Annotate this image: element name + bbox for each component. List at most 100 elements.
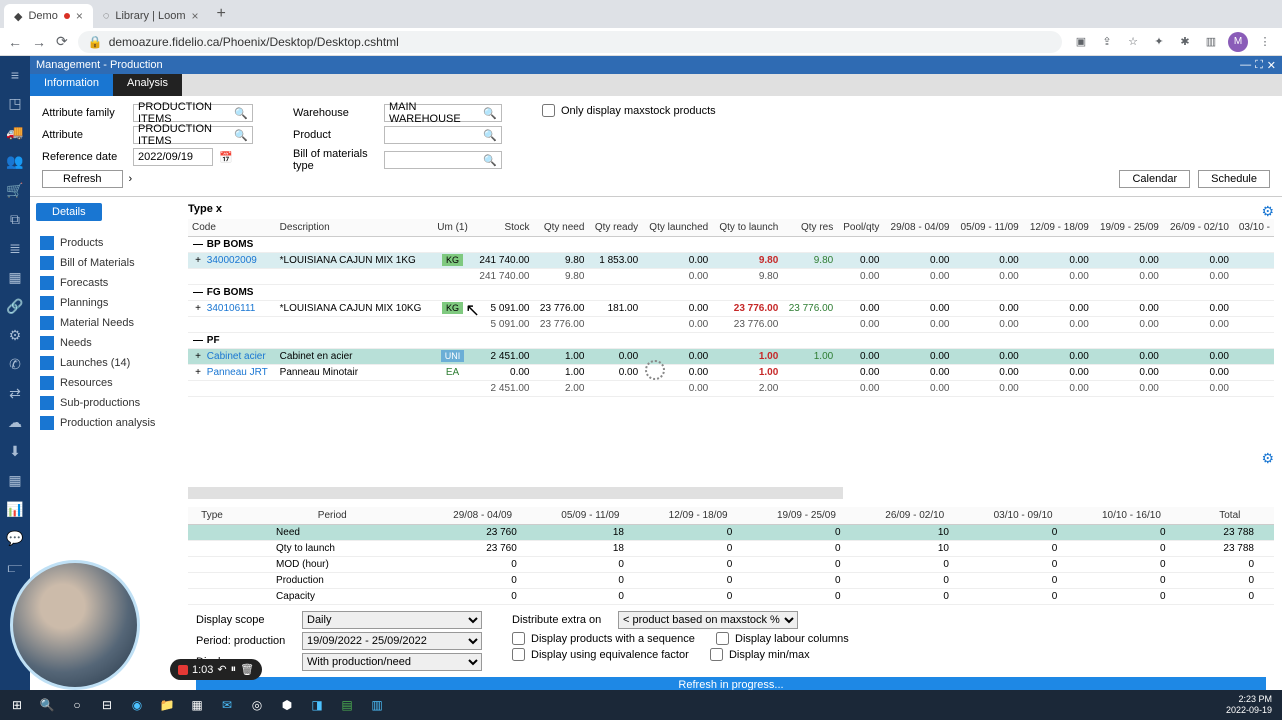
labour-checkbox[interactable] — [716, 632, 729, 645]
trash-icon[interactable]: 🗑 — [240, 663, 254, 676]
gear-icon[interactable]: ⚙ — [1261, 450, 1274, 467]
calendar-icon[interactable]: 📅 — [219, 151, 233, 164]
gear-icon[interactable]: ⚙ — [1261, 203, 1274, 220]
collapse-icon[interactable]: — — [192, 287, 204, 298]
col-header[interactable]: Period — [236, 507, 428, 525]
refresh-button[interactable]: Refresh — [42, 170, 123, 188]
product-select[interactable]: 🔍 — [384, 126, 502, 144]
col-header[interactable]: 29/08 - 04/09 — [428, 507, 536, 525]
search-icon[interactable]: 🔍 — [34, 692, 60, 718]
chrome-icon[interactable]: ◎ — [244, 692, 270, 718]
maxstock-checkbox[interactable] — [542, 104, 555, 117]
calendar-button[interactable]: Calendar — [1119, 170, 1190, 188]
cortana-icon[interactable]: ○ — [64, 692, 90, 718]
system-clock[interactable]: 2:23 PM2022-09-19 — [1226, 694, 1278, 716]
code-link[interactable]: Cabinet acier — [207, 351, 266, 362]
users-icon[interactable]: 👥 — [0, 147, 30, 176]
dist-select[interactable]: < product based on maxstock % > — [618, 611, 798, 629]
taskview-icon[interactable]: ⊟ — [94, 692, 120, 718]
cloud-icon[interactable]: ☁ — [0, 408, 30, 437]
data-row[interactable]: + 340106111*LOUISIANA CAJUN MIX 10KGKG5 … — [188, 301, 1274, 317]
close-icon[interactable]: ✕ — [1267, 59, 1276, 72]
col-header[interactable]: 05/09 - 11/09 — [537, 507, 644, 525]
url-field[interactable]: 🔒 demoazure.fidelio.ca/Phoenix/Desktop/D… — [78, 31, 1062, 53]
code-link[interactable]: Panneau JRT — [207, 367, 268, 378]
attr-family-select[interactable]: PRODUCTION ITEMS🔍 — [133, 104, 253, 122]
loom-webcam[interactable] — [10, 560, 140, 690]
app-icon[interactable]: ⬢ — [274, 692, 300, 718]
reload-icon[interactable]: ⟳ — [56, 33, 68, 50]
nav-item[interactable]: Sub-productions — [36, 393, 174, 413]
col-header[interactable]: Qty launched — [642, 219, 712, 237]
star-icon[interactable]: ☆ — [1124, 33, 1142, 51]
tab-analysis[interactable]: Analysis — [113, 74, 182, 96]
nav-item[interactable]: Material Needs — [36, 313, 174, 333]
chevron-right-icon[interactable]: › — [129, 173, 133, 185]
refdate-input[interactable] — [133, 148, 213, 166]
loom-controls[interactable]: 1:03 ↶ ⏸ 🗑 — [170, 659, 262, 680]
grid-icon[interactable]: ▦ — [0, 466, 30, 495]
col-header[interactable]: Description — [276, 219, 433, 237]
col-header[interactable]: 05/09 - 11/09 — [953, 219, 1022, 237]
truck-icon[interactable]: 🚚 — [0, 118, 30, 147]
col-header[interactable]: 19/09 - 25/09 — [752, 507, 860, 525]
profile-avatar[interactable]: M — [1228, 32, 1248, 52]
col-header[interactable]: 26/09 - 02/10 — [1163, 219, 1233, 237]
horizontal-scrollbar[interactable] — [188, 487, 843, 499]
menu-icon[interactable]: ≡ — [0, 60, 30, 89]
record-icon[interactable] — [178, 665, 188, 675]
browser-tab-demo[interactable]: ◆ Demo × — [4, 4, 93, 28]
expand-icon[interactable]: + — [192, 255, 204, 266]
minmax-checkbox[interactable] — [710, 648, 723, 661]
phone-icon[interactable]: ✆ — [0, 350, 30, 379]
col-header[interactable]: 10/10 - 16/10 — [1077, 507, 1185, 525]
col-header[interactable]: 12/09 - 18/09 — [644, 507, 752, 525]
data-row[interactable]: + Panneau JRTPanneau MinotairEA0.001.000… — [188, 365, 1274, 381]
video-icon[interactable]: ▣ — [1072, 33, 1090, 51]
edge-icon[interactable]: ◉ — [124, 692, 150, 718]
expand-icon[interactable]: + — [192, 303, 204, 314]
mail-icon[interactable]: ✉ — [214, 692, 240, 718]
display-select[interactable]: With production/need — [302, 653, 482, 671]
code-link[interactable]: 340002009 — [207, 255, 257, 266]
col-header[interactable]: 19/09 - 25/09 — [1093, 219, 1163, 237]
period-row[interactable]: Capacity00000000 — [188, 589, 1274, 605]
panel-icon[interactable]: ▥ — [1202, 33, 1220, 51]
details-tab[interactable]: Details — [36, 203, 102, 221]
nav-item[interactable]: Needs — [36, 333, 174, 353]
expand-icon[interactable]: + — [192, 351, 204, 362]
ext-icon[interactable]: ✱ — [1176, 33, 1194, 51]
maximize-icon[interactable]: ⛶ — [1255, 59, 1263, 72]
windows-taskbar[interactable]: ⊞ 🔍 ○ ⊟ ◉ 📁 ▦ ✉ ◎ ⬢ ◨ ▤ ▥ 2:23 PM2022-09… — [0, 690, 1282, 720]
rail-icon[interactable]: ⚙ — [0, 321, 30, 350]
col-header[interactable]: 29/08 - 04/09 — [883, 219, 953, 237]
warehouse-select[interactable]: MAIN WAREHOUSE🔍 — [384, 104, 502, 122]
box-icon[interactable]: ⧉ — [0, 205, 30, 234]
minimize-icon[interactable]: — — [1240, 59, 1251, 72]
nav-item[interactable]: Production analysis — [36, 413, 174, 433]
col-header[interactable]: 12/09 - 18/09 — [1023, 219, 1093, 237]
nav-item[interactable]: Forecasts — [36, 273, 174, 293]
period-row[interactable]: Qty to launch23 7601800100023 788 — [188, 541, 1274, 557]
period-row[interactable]: Production00000000 — [188, 573, 1274, 589]
col-header[interactable]: 26/09 - 02/10 — [861, 507, 969, 525]
col-header[interactable]: Qty to launch — [712, 219, 782, 237]
tab-information[interactable]: Information — [30, 74, 113, 96]
nav-item[interactable]: Launches (14) — [36, 353, 174, 373]
chart-icon[interactable]: 📊 — [0, 495, 30, 524]
schedule-button[interactable]: Schedule — [1198, 170, 1270, 188]
group-row[interactable]: — FG BOMS — [188, 285, 1274, 301]
data-row[interactable]: + 340002009*LOUISIANA CAJUN MIX 1KGKG241… — [188, 253, 1274, 269]
nav-item[interactable]: Bill of Materials — [36, 253, 174, 273]
col-header[interactable]: 03/10 - 09/10 — [969, 507, 1077, 525]
app-icon[interactable]: ▦ — [184, 692, 210, 718]
period-row[interactable]: MOD (hour)00000000 — [188, 557, 1274, 573]
menu-icon[interactable]: ⋮ — [1256, 33, 1274, 51]
data-row[interactable]: + Cabinet acierCabinet en acierUNI2 451.… — [188, 349, 1274, 365]
scope-select[interactable]: Daily — [302, 611, 482, 629]
word-icon[interactable]: ▥ — [364, 692, 390, 718]
seq-checkbox[interactable] — [512, 632, 525, 645]
code-link[interactable]: 340106111 — [207, 303, 256, 314]
col-header[interactable]: Total — [1186, 507, 1274, 525]
col-header[interactable]: Qty ready — [588, 219, 642, 237]
